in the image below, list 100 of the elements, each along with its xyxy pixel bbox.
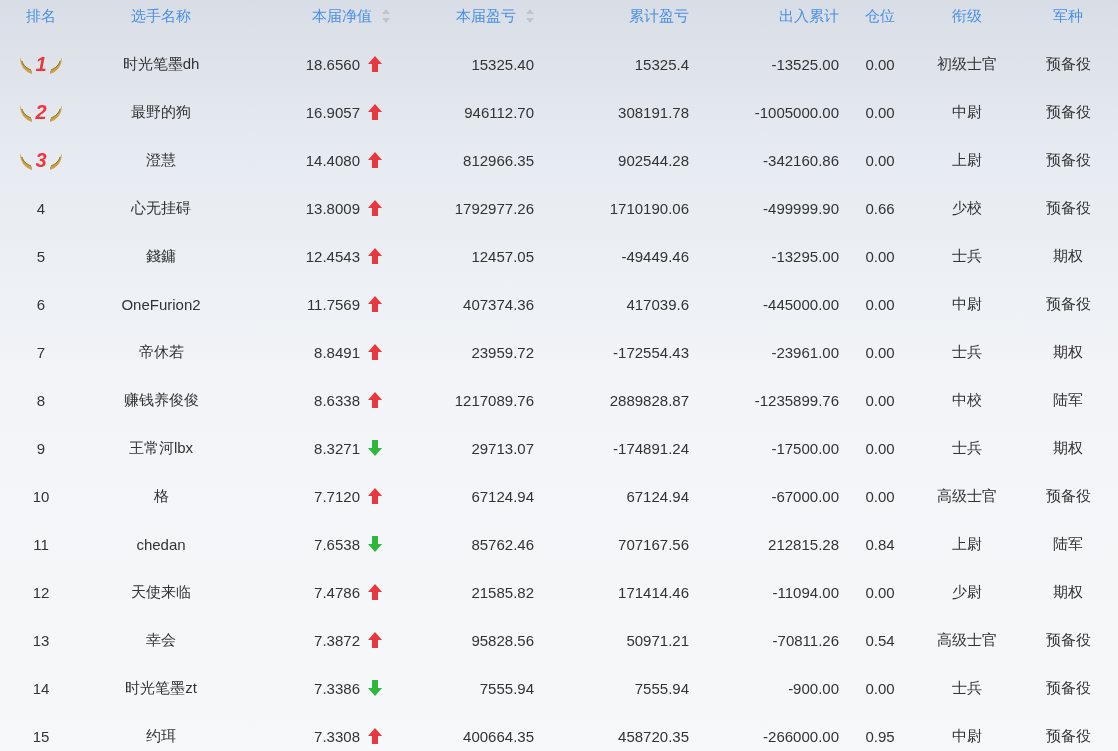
- net-value: 8.6338: [314, 391, 360, 409]
- table-cell: 67124.94: [626, 487, 689, 505]
- table-cell: -499999.90: [763, 199, 839, 217]
- branch-label: 预备役: [1045, 54, 1091, 74]
- branch-label: 预备役: [1045, 102, 1091, 122]
- rank-number: 10: [32, 487, 50, 505]
- net-value: 7.4786: [314, 583, 360, 601]
- net-value: 7.7120: [314, 487, 360, 505]
- player-name: 天使来临: [131, 582, 191, 602]
- net-value: 11.7569: [306, 295, 360, 313]
- column-header[interactable]: 选手名称: [131, 6, 191, 26]
- table-cell: 902544.28: [618, 151, 689, 169]
- branch-label: 预备役: [1045, 294, 1091, 314]
- branch-label: 预备役: [1045, 198, 1091, 218]
- table-cell: 1217089.76: [454, 391, 534, 409]
- rank-number: 14: [32, 679, 50, 697]
- position-value: 0.00: [865, 103, 895, 121]
- column-header[interactable]: 出入累计: [779, 6, 839, 26]
- column-header[interactable]: 军种: [1053, 6, 1083, 26]
- rank-number: 7: [36, 343, 46, 361]
- column-header[interactable]: 累计盈亏: [629, 6, 689, 26]
- table-cell: -342160.86: [763, 151, 839, 169]
- table-cell: 21585.82: [471, 583, 534, 601]
- sort-icon[interactable]: [382, 9, 390, 23]
- branch-label: 期权: [1053, 342, 1083, 362]
- net-value: 7.6538: [314, 535, 360, 553]
- table-cell: -1005000.00: [754, 103, 839, 121]
- table-cell: 212815.28: [768, 535, 839, 553]
- table-cell: 1710190.06: [609, 199, 689, 217]
- net-value: 7.3386: [314, 679, 360, 697]
- table-cell: -67000.00: [771, 487, 839, 505]
- grade-label: 上尉: [951, 534, 982, 554]
- table-cell: 7555.94: [634, 679, 689, 697]
- player-name: 錢鏞: [146, 246, 176, 266]
- table-cell: 95828.56: [471, 631, 534, 649]
- rank-number: 3: [35, 148, 47, 172]
- branch-label: 陆军: [1053, 390, 1083, 410]
- grade-label: 高级士官: [936, 630, 997, 650]
- grade-label: 高级士官: [936, 486, 997, 506]
- rank-number: 13: [32, 631, 50, 649]
- table-cell: 67124.94: [471, 487, 534, 505]
- grade-label: 中尉: [951, 294, 982, 314]
- column-header[interactable]: 排名: [26, 6, 56, 26]
- table-cell: 50971.21: [626, 631, 689, 649]
- net-value: 16.9057: [305, 103, 360, 121]
- table-cell: 171414.46: [618, 583, 689, 601]
- player-name: 最野的狗: [131, 102, 191, 122]
- branch-label: 期权: [1053, 438, 1083, 458]
- net-value: 8.8491: [314, 343, 360, 361]
- rank-number: 8: [36, 391, 46, 409]
- table-cell: 29713.07: [471, 439, 534, 457]
- branch-label: 预备役: [1045, 678, 1091, 698]
- table-cell: -70811.26: [772, 631, 839, 649]
- table-cell: -266000.00: [763, 727, 839, 745]
- sort-icon[interactable]: [526, 9, 534, 23]
- table-cell: 12457.05: [471, 247, 534, 265]
- player-name: 赚钱养俊俊: [123, 390, 199, 410]
- grade-label: 士兵: [951, 678, 982, 698]
- branch-label: 陆军: [1053, 534, 1083, 554]
- column-header[interactable]: 本届盈亏: [456, 6, 516, 26]
- position-value: 0.54: [865, 631, 895, 649]
- branch-label: 预备役: [1045, 150, 1091, 170]
- position-value: 0.00: [865, 439, 895, 457]
- player-name: 时光笔墨zt: [125, 678, 197, 698]
- player-name: 王常河lbx: [128, 438, 194, 458]
- rank-number: 6: [36, 295, 46, 313]
- table-cell: -172554.43: [613, 343, 689, 361]
- table-cell: 417039.6: [626, 295, 689, 313]
- grade-label: 初级士官: [936, 54, 997, 74]
- grade-label: 上尉: [951, 150, 982, 170]
- table-cell: -13295.00: [771, 247, 839, 265]
- grade-label: 中校: [951, 390, 982, 410]
- player-name: 澄慧: [146, 150, 176, 170]
- branch-label: 期权: [1053, 246, 1083, 266]
- position-value: 0.00: [865, 343, 895, 361]
- net-value: 12.4543: [305, 247, 360, 265]
- table-cell: -900.00: [788, 679, 839, 697]
- position-value: 0.66: [865, 199, 895, 217]
- table-cell: 812966.35: [463, 151, 534, 169]
- table-cell: -1235899.76: [754, 391, 839, 409]
- net-value: 8.3271: [314, 439, 360, 457]
- column-header[interactable]: 本届净值: [312, 6, 372, 26]
- player-name: 心无挂碍: [131, 198, 191, 218]
- position-value: 0.00: [865, 247, 895, 265]
- table-cell: 308191.78: [618, 103, 689, 121]
- grade-label: 少校: [951, 198, 982, 218]
- player-name: 幸会: [146, 630, 176, 650]
- branch-label: 期权: [1053, 582, 1083, 602]
- table-cell: -49449.46: [621, 247, 689, 265]
- table-cell: -17500.00: [771, 439, 839, 457]
- position-value: 0.00: [865, 487, 895, 505]
- rank-number: 15: [32, 727, 50, 745]
- column-header[interactable]: 仓位: [865, 6, 895, 26]
- table-cell: 7555.94: [479, 679, 534, 697]
- table-cell: 15325.4: [634, 55, 689, 73]
- table-cell: 407374.36: [463, 295, 534, 313]
- table-cell: -13525.00: [771, 55, 839, 73]
- position-value: 0.00: [865, 583, 895, 601]
- column-header[interactable]: 衔级: [951, 6, 982, 26]
- grade-label: 中尉: [951, 102, 982, 122]
